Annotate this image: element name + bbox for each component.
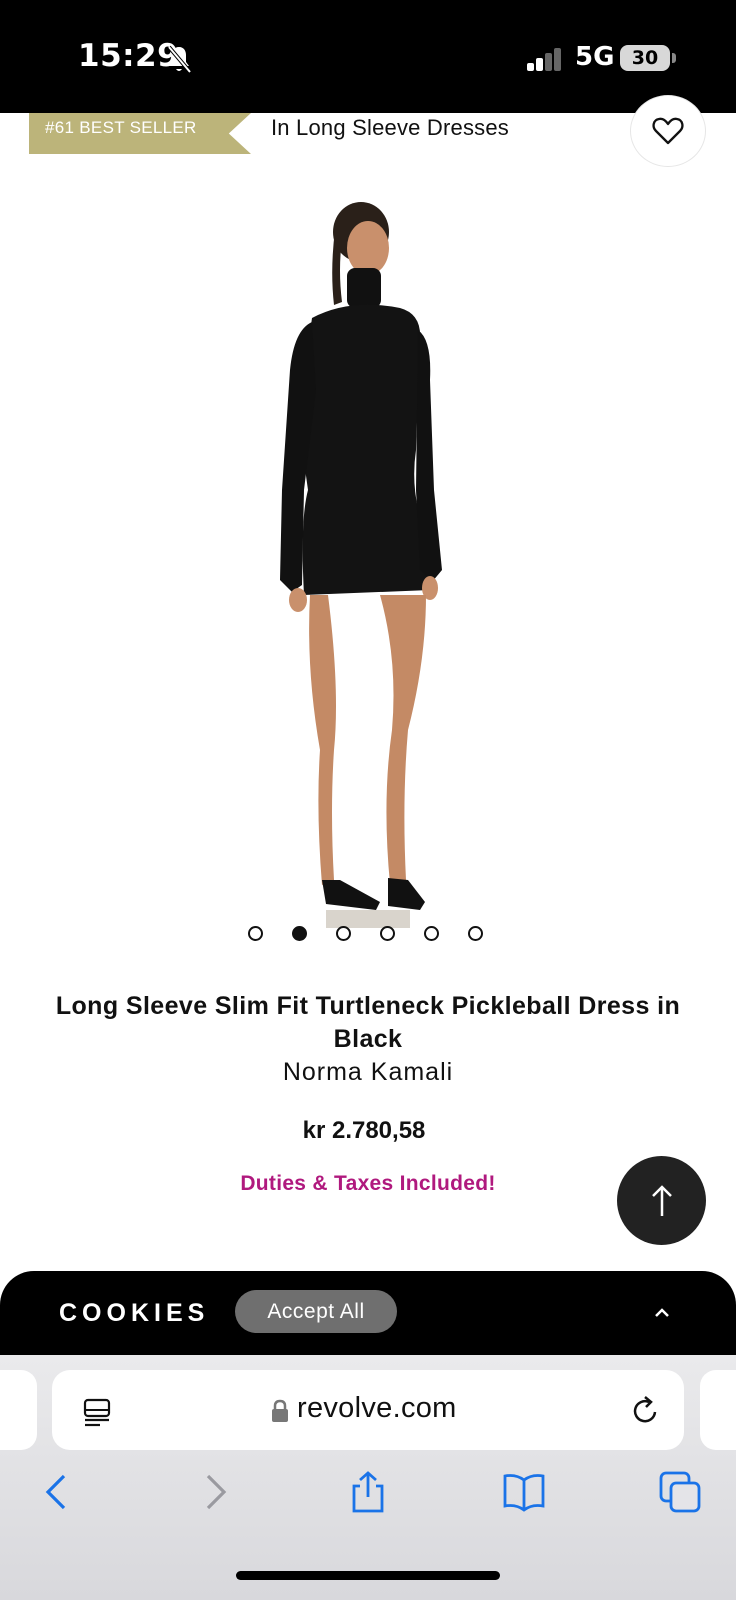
carousel-dot[interactable] [468, 926, 483, 941]
chevron-up-icon[interactable] [652, 1304, 672, 1320]
carousel-dot-active[interactable] [292, 926, 307, 941]
accept-all-button[interactable]: Accept All [235, 1290, 397, 1333]
product-title: Long Sleeve Slim Fit Turtleneck Pickleba… [55, 992, 681, 1053]
carousel-dot[interactable] [424, 926, 439, 941]
status-bar: 15:29 5G 30 [0, 0, 736, 113]
best-seller-badge: #61 BEST SELLER [29, 113, 251, 154]
price: kr 2.780,58 [302, 1117, 426, 1144]
arrow-up-icon [651, 1184, 672, 1216]
signal-icon [527, 47, 563, 71]
back-icon[interactable] [36, 1470, 80, 1514]
battery-icon: 30 [620, 45, 670, 71]
heart-icon [652, 117, 684, 145]
scroll-to-top-button[interactable] [617, 1156, 706, 1245]
url-text[interactable]: revolve.com [297, 1392, 457, 1425]
tabs-icon[interactable] [658, 1470, 702, 1514]
wishlist-button[interactable] [630, 95, 706, 167]
brand-name[interactable]: Norma Kamali [0, 1058, 736, 1087]
carousel-dot[interactable] [380, 926, 395, 941]
forward-icon[interactable] [192, 1470, 236, 1514]
carousel-dot[interactable] [336, 926, 351, 941]
previous-tab-preview[interactable] [0, 1370, 37, 1450]
reader-icon[interactable] [82, 1396, 114, 1428]
url-bar[interactable]: revolve.com [52, 1370, 684, 1450]
bookmarks-icon[interactable] [502, 1470, 546, 1514]
carousel-dot[interactable] [248, 926, 263, 941]
best-seller-category[interactable]: In Long Sleeve Dresses [271, 115, 509, 141]
carousel-dots [248, 926, 483, 941]
next-tab-preview[interactable] [700, 1370, 736, 1450]
browser-bottom-bar: revolve.com [0, 1355, 736, 1600]
reload-icon[interactable] [630, 1395, 662, 1427]
network-type: 5G [575, 42, 615, 72]
bell-off-icon [167, 45, 192, 74]
lock-icon [272, 1399, 288, 1422]
home-indicator [236, 1571, 500, 1580]
share-icon[interactable] [346, 1470, 390, 1514]
cookies-label: COOKIES [59, 1299, 210, 1327]
status-time: 15:29 [78, 38, 180, 74]
battery-tip [672, 53, 676, 63]
cookies-bar: COOKIES Accept All [0, 1271, 736, 1355]
product-image[interactable] [230, 190, 506, 950]
